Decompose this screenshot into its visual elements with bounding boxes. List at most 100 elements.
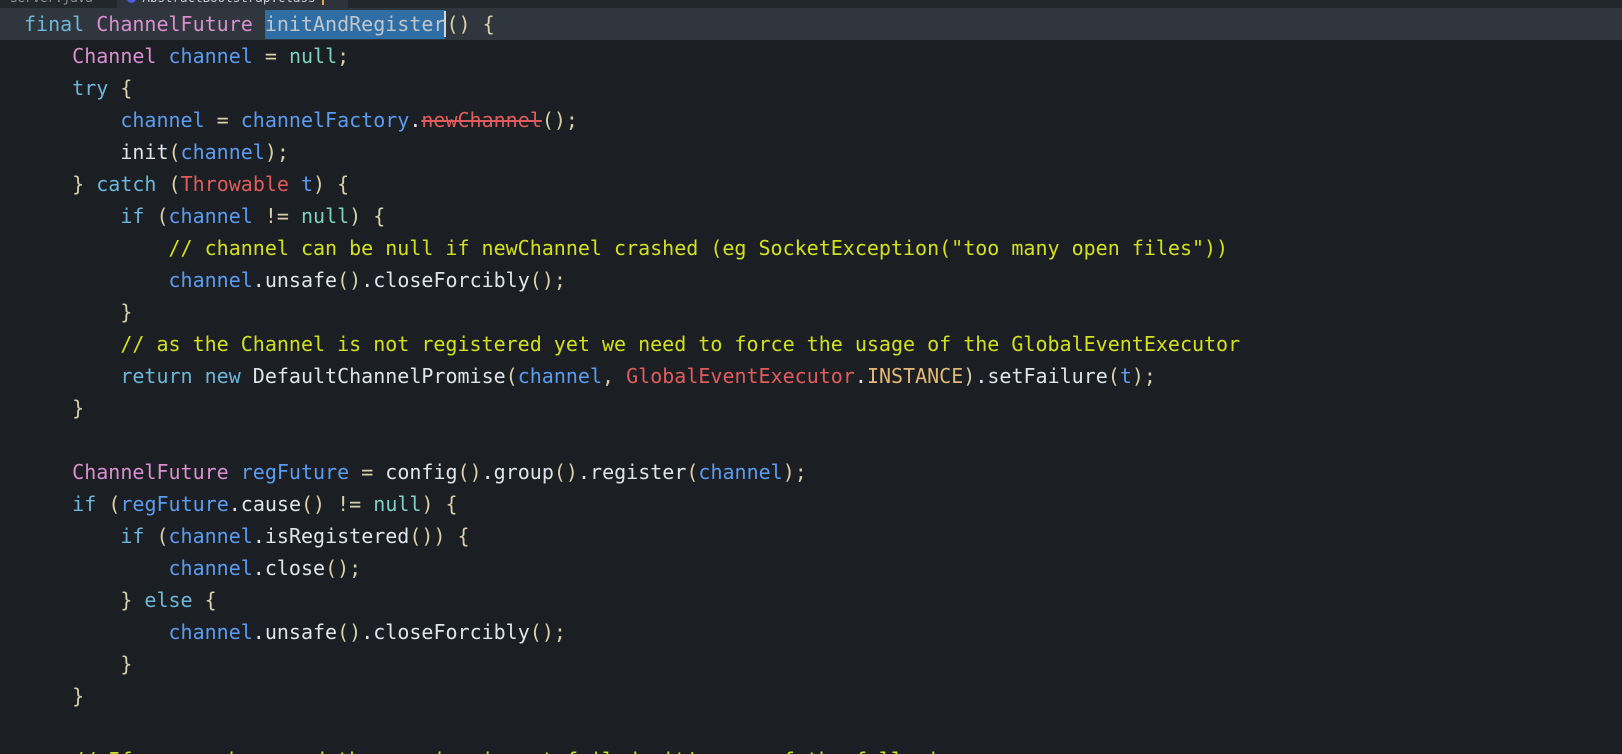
code-token: ( — [168, 140, 181, 164]
code-token: if — [120, 204, 145, 228]
code-token: . — [252, 620, 265, 644]
editor-viewport[interactable]: final ChannelFuture initAndRegister() { … — [0, 8, 1622, 754]
selected-text[interactable]: initAndRegister — [264, 10, 446, 39]
code-line[interactable]: if (channel.isRegistered()) { — [0, 520, 1622, 552]
code-line[interactable]: channel.unsafe().closeForcibly(); — [0, 616, 1622, 648]
code-token: = — [361, 460, 374, 484]
code-token: ); — [782, 460, 807, 484]
code-token: ) — [963, 364, 976, 388]
code-token: init — [120, 140, 169, 164]
code-line[interactable]: // channel can be null if newChannel cra… — [0, 232, 1622, 264]
code-line[interactable]: } else { — [0, 584, 1622, 616]
code-token: channel — [168, 268, 253, 292]
code-token: null — [288, 44, 338, 68]
code-line[interactable]: if (channel != null) { — [0, 200, 1622, 232]
code-token: catch — [96, 172, 157, 196]
code-line[interactable]: if (regFuture.cause() != null) { — [0, 488, 1622, 520]
code-line[interactable]: } — [0, 648, 1622, 680]
close-icon[interactable]: × — [101, 0, 108, 8]
code-token: ) { — [421, 492, 458, 516]
code-token: ()) { — [409, 524, 470, 548]
source-code[interactable]: final ChannelFuture initAndRegister() { … — [0, 8, 1622, 754]
code-line[interactable]: Channel channel = null; — [0, 40, 1622, 72]
code-token: channel — [180, 140, 265, 164]
code-token: regFuture — [240, 460, 350, 484]
code-token: final — [24, 12, 97, 36]
code-token: . — [252, 524, 265, 548]
code-token: } — [72, 684, 85, 708]
code-token: close — [264, 556, 326, 580]
code-line[interactable]: init(channel); — [0, 136, 1622, 168]
code-line[interactable]: channel = channelFactory.newChannel(); — [0, 104, 1622, 136]
code-token: unsafe — [264, 268, 338, 292]
code-token: . — [975, 364, 988, 388]
code-line[interactable]: } catch (Throwable t) { — [0, 168, 1622, 200]
code-token: ); — [264, 140, 289, 164]
code-token: group — [493, 460, 554, 484]
code-line[interactable]: } — [0, 296, 1622, 328]
editor-tab-1[interactable]: AbstractBootstrap.class × — [117, 0, 349, 8]
code-token: , — [602, 364, 627, 388]
code-line[interactable]: } — [0, 392, 1622, 424]
code-line[interactable]: final ChannelFuture initAndRegister() { — [0, 8, 1622, 40]
code-token: Throwable — [180, 172, 289, 196]
code-line[interactable] — [0, 712, 1622, 744]
code-token: config — [385, 460, 458, 484]
code-token: ( — [156, 524, 169, 548]
tab-caret-icon — [321, 0, 324, 5]
code-line[interactable]: // as the Channel is not registered yet … — [0, 328, 1622, 360]
code-token: . — [409, 108, 422, 132]
code-token: GlobalEventExecutor — [626, 364, 855, 388]
code-line[interactable]: ChannelFuture regFuture = config().group… — [0, 456, 1622, 488]
code-line[interactable]: try { — [0, 72, 1622, 104]
code-token: () — [337, 268, 362, 292]
code-token: . — [577, 460, 591, 484]
code-token: { — [120, 76, 133, 100]
code-line[interactable]: // If we are here and the promise is not… — [0, 744, 1622, 754]
code-line[interactable]: channel.close(); — [0, 552, 1622, 584]
code-token: ); — [1131, 364, 1156, 388]
code-token: . — [252, 268, 265, 292]
code-token: closeForcibly — [373, 620, 530, 644]
code-token: channel — [120, 108, 205, 132]
code-line[interactable]: } — [0, 680, 1622, 712]
code-token: (); — [529, 268, 566, 292]
code-line[interactable]: return new DefaultChannelPromise(channel… — [0, 360, 1622, 392]
code-token: isRegistered — [264, 524, 410, 548]
code-token: != — [337, 492, 362, 516]
code-token: ( — [505, 364, 518, 388]
code-token: ( — [686, 460, 699, 484]
code-token: . — [854, 364, 867, 388]
code-token: null — [301, 204, 350, 228]
editor-tab-0[interactable]: Server.java × — [0, 0, 118, 8]
close-icon[interactable]: × — [332, 0, 339, 8]
code-line[interactable] — [0, 424, 1622, 456]
code-token: DefaultChannelPromise — [252, 364, 506, 388]
code-token: channel — [517, 364, 603, 388]
code-line[interactable]: channel.unsafe().closeForcibly(); — [0, 264, 1622, 296]
code-token: . — [228, 492, 241, 516]
code-token: try — [72, 76, 109, 100]
code-token: () — [337, 620, 362, 644]
